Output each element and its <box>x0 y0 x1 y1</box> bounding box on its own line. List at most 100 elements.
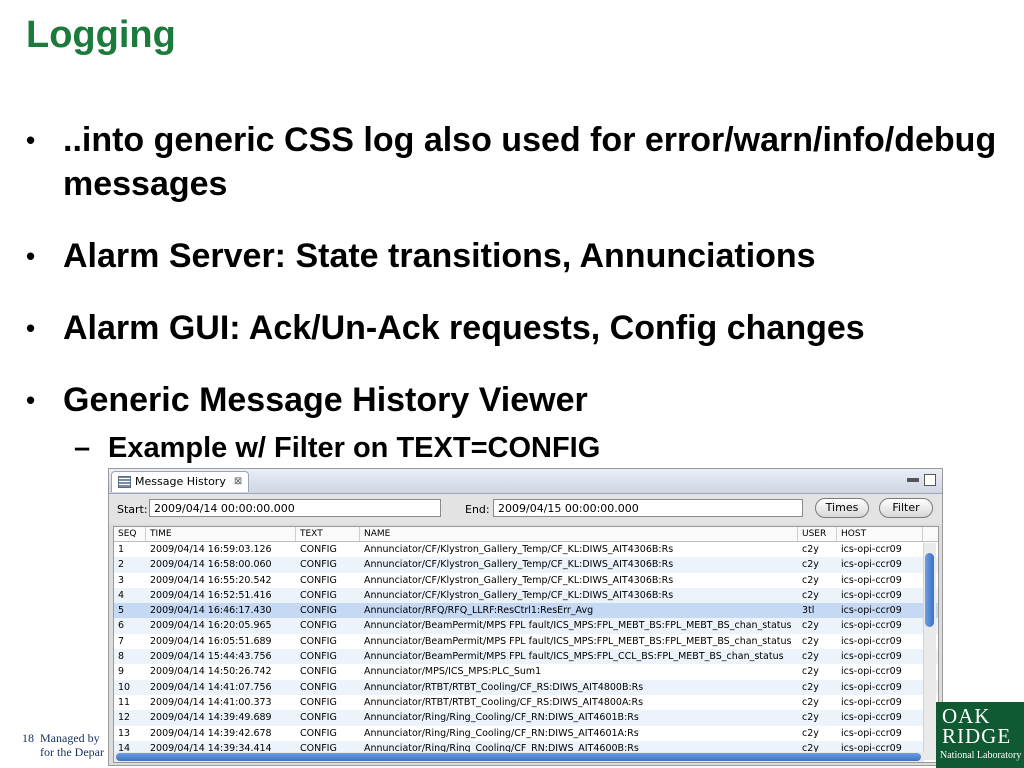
cell-time: 2009/04/14 15:44:43.756 <box>150 651 272 663</box>
bullet-list: • ..into generic CSS log also used for e… <box>22 118 1022 464</box>
start-time-input[interactable]: 2009/04/14 00:00:00.000 <box>149 499 441 517</box>
table-row[interactable]: 8 2009/04/14 15:44:43.756 CONFIG Annunciato… <box>114 649 938 665</box>
cell-time: 2009/04/14 16:55:20.542 <box>150 574 272 586</box>
cell-seq: 12 <box>118 712 131 724</box>
cell-user: c2y <box>802 574 819 586</box>
cell-host: ics-opi-ccr09 <box>841 574 902 586</box>
cell-seq: 10 <box>118 681 131 693</box>
window-controls <box>907 474 936 486</box>
bullet-dot-icon: • <box>26 241 36 271</box>
cell-text: CONFIG <box>300 620 337 632</box>
vertical-scroll-thumb[interactable] <box>925 553 934 627</box>
view-tab-bar: Message History ⊠ <box>109 469 942 494</box>
logo-lab: National Laboratory <box>940 750 1022 761</box>
cell-text: CONFIG <box>300 589 337 601</box>
cell-time: 2009/04/14 16:46:17.430 <box>150 605 272 617</box>
cell-name: Annunciator/RTBT/RTBT_Cooling/CF_RS:DIWS… <box>364 681 644 693</box>
cell-user: c2y <box>802 727 819 739</box>
filter-button[interactable]: Filter <box>879 498 933 518</box>
footer: 18 Managed by for the Depar <box>22 731 104 759</box>
cell-seq: 9 <box>118 666 125 678</box>
bullet-dot-icon: • <box>26 313 36 343</box>
cell-seq: 3 <box>118 574 125 586</box>
cell-name: Annunciator/BeamPermit/MPS FPL fault/ICS… <box>364 620 792 632</box>
cell-user: c2y <box>802 712 819 724</box>
cell-time: 2009/04/14 16:05:51.689 <box>150 635 272 647</box>
column-header-text[interactable]: TEXT <box>296 527 360 541</box>
table-row[interactable]: 1 2009/04/14 16:59:03.126 CONFIG Annunciato… <box>114 542 938 557</box>
cell-name: Annunciator/CF/Klystron_Gallery_Temp/CF_… <box>364 559 674 571</box>
cell-name: Annunciator/CF/Klystron_Gallery_Temp/CF_… <box>364 544 674 555</box>
tab-label: Message History <box>135 475 226 488</box>
bullet-item: • ..into generic CSS log also used for e… <box>22 118 1022 206</box>
column-header-host[interactable]: HOST <box>837 527 923 541</box>
cell-time: 2009/04/14 16:59:03.126 <box>150 544 272 555</box>
cell-time: 2009/04/14 14:41:00.373 <box>150 696 272 708</box>
column-header-time[interactable]: TIME <box>146 527 296 541</box>
cell-seq: 2 <box>118 559 125 571</box>
cell-time: 2009/04/14 16:52:51.416 <box>150 589 272 601</box>
cell-host: ics-opi-ccr09 <box>841 651 902 663</box>
table-row[interactable]: 6 2009/04/14 16:20:05.965 CONFIG Annunciato… <box>114 618 938 634</box>
cell-seq: 8 <box>118 651 125 663</box>
cell-host: ics-opi-ccr09 <box>841 544 902 555</box>
cell-user: c2y <box>802 589 819 601</box>
minimize-icon[interactable] <box>907 478 919 482</box>
close-icon[interactable]: ⊠ <box>234 472 242 492</box>
bullet-item: • Generic Message History Viewer <box>22 378 1022 422</box>
end-time-input[interactable]: 2009/04/15 00:00:00.000 <box>493 499 803 517</box>
table-row[interactable]: 2 2009/04/14 16:58:00.060 CONFIG Annunciato… <box>114 557 938 573</box>
table-row[interactable]: 4 2009/04/14 16:52:51.416 CONFIG Annunciato… <box>114 587 938 604</box>
table-row[interactable]: 9 2009/04/14 14:50:26.742 CONFIG Annunciato… <box>114 664 938 679</box>
tab-message-history[interactable]: Message History ⊠ <box>111 471 250 492</box>
vertical-scrollbar[interactable] <box>923 543 936 760</box>
end-label: End: <box>465 503 490 516</box>
bullet-dot-icon: • <box>26 125 36 155</box>
column-header-seq[interactable]: SEQ <box>114 527 146 541</box>
table-row[interactable]: 12 2009/04/14 14:39:49.689 CONFIG Annunciat… <box>114 710 938 726</box>
horizontal-scroll-thumb[interactable] <box>116 753 921 761</box>
table-row[interactable]: 3 2009/04/14 16:55:20.542 CONFIG Annunciato… <box>114 573 938 588</box>
cell-name: Annunciator/CF/Klystron_Gallery_Temp/CF_… <box>364 574 674 586</box>
cell-user: c2y <box>802 544 819 555</box>
table-row[interactable]: 5 2009/04/14 16:46:17.430 CONFIG Annunciato… <box>114 603 938 619</box>
start-label: Start: <box>117 503 148 516</box>
cell-seq: 4 <box>118 589 125 601</box>
horizontal-scrollbar[interactable] <box>114 752 924 762</box>
cell-user: c2y <box>802 635 819 647</box>
table-row[interactable]: 7 2009/04/14 16:05:51.689 CONFIG Annunciato… <box>114 634 938 649</box>
bullet-text: Alarm GUI: Ack/Un-Ack requests, Config c… <box>63 309 865 347</box>
bullet-text: Generic Message History Viewer <box>63 381 588 419</box>
column-header-user[interactable]: USER <box>798 527 837 541</box>
cell-text: CONFIG <box>300 559 337 571</box>
cell-host: ics-opi-ccr09 <box>841 666 902 678</box>
cell-time: 2009/04/14 16:58:00.060 <box>150 559 272 571</box>
maximize-icon[interactable] <box>924 474 936 486</box>
cell-name: Annunciator/CF/Klystron_Gallery_Temp/CF_… <box>364 589 674 601</box>
times-button[interactable]: Times <box>815 498 869 518</box>
message-history-window: Message History ⊠ Start: 2009/04/14 00:0… <box>108 468 943 766</box>
table-row[interactable]: 10 2009/04/14 14:41:07.756 CONFIG Annunciat… <box>114 679 938 695</box>
table-row[interactable]: 11 2009/04/14 14:41:00.373 CONFIG Annunciat… <box>114 695 938 710</box>
table-row[interactable]: 13 2009/04/14 14:39:42.678 CONFIG Annunciat… <box>114 726 938 741</box>
cell-host: ics-opi-ccr09 <box>841 620 902 632</box>
bullet-item: • Alarm Server: State transitions, Annun… <box>22 234 1022 278</box>
cell-host: ics-opi-ccr09 <box>841 681 902 693</box>
cell-seq: 5 <box>118 605 125 617</box>
bullet-dot-icon: • <box>26 385 36 415</box>
column-header-name[interactable]: NAME <box>360 527 798 541</box>
cell-seq: 7 <box>118 635 125 647</box>
slide-title: Logging <box>26 14 176 56</box>
cell-user: c2y <box>802 666 819 678</box>
table-header: SEQ TIME TEXT NAME USER HOST <box>114 527 938 542</box>
cell-time: 2009/04/14 14:41:07.756 <box>150 681 272 693</box>
cell-seq: 13 <box>118 727 131 739</box>
cell-text: CONFIG <box>300 681 337 693</box>
cell-text: CONFIG <box>300 574 337 586</box>
cell-host: ics-opi-ccr09 <box>841 589 902 601</box>
logo-ridge: RIDGE <box>942 724 1012 748</box>
footer-line-1: Managed by <box>40 731 100 745</box>
oak-ridge-logo: OAK RIDGE National Laboratory <box>936 702 1024 768</box>
cell-name: Annunciator/MPS/ICS_MPS:PLC_Sum1 <box>364 666 542 678</box>
cell-user: c2y <box>802 620 819 632</box>
